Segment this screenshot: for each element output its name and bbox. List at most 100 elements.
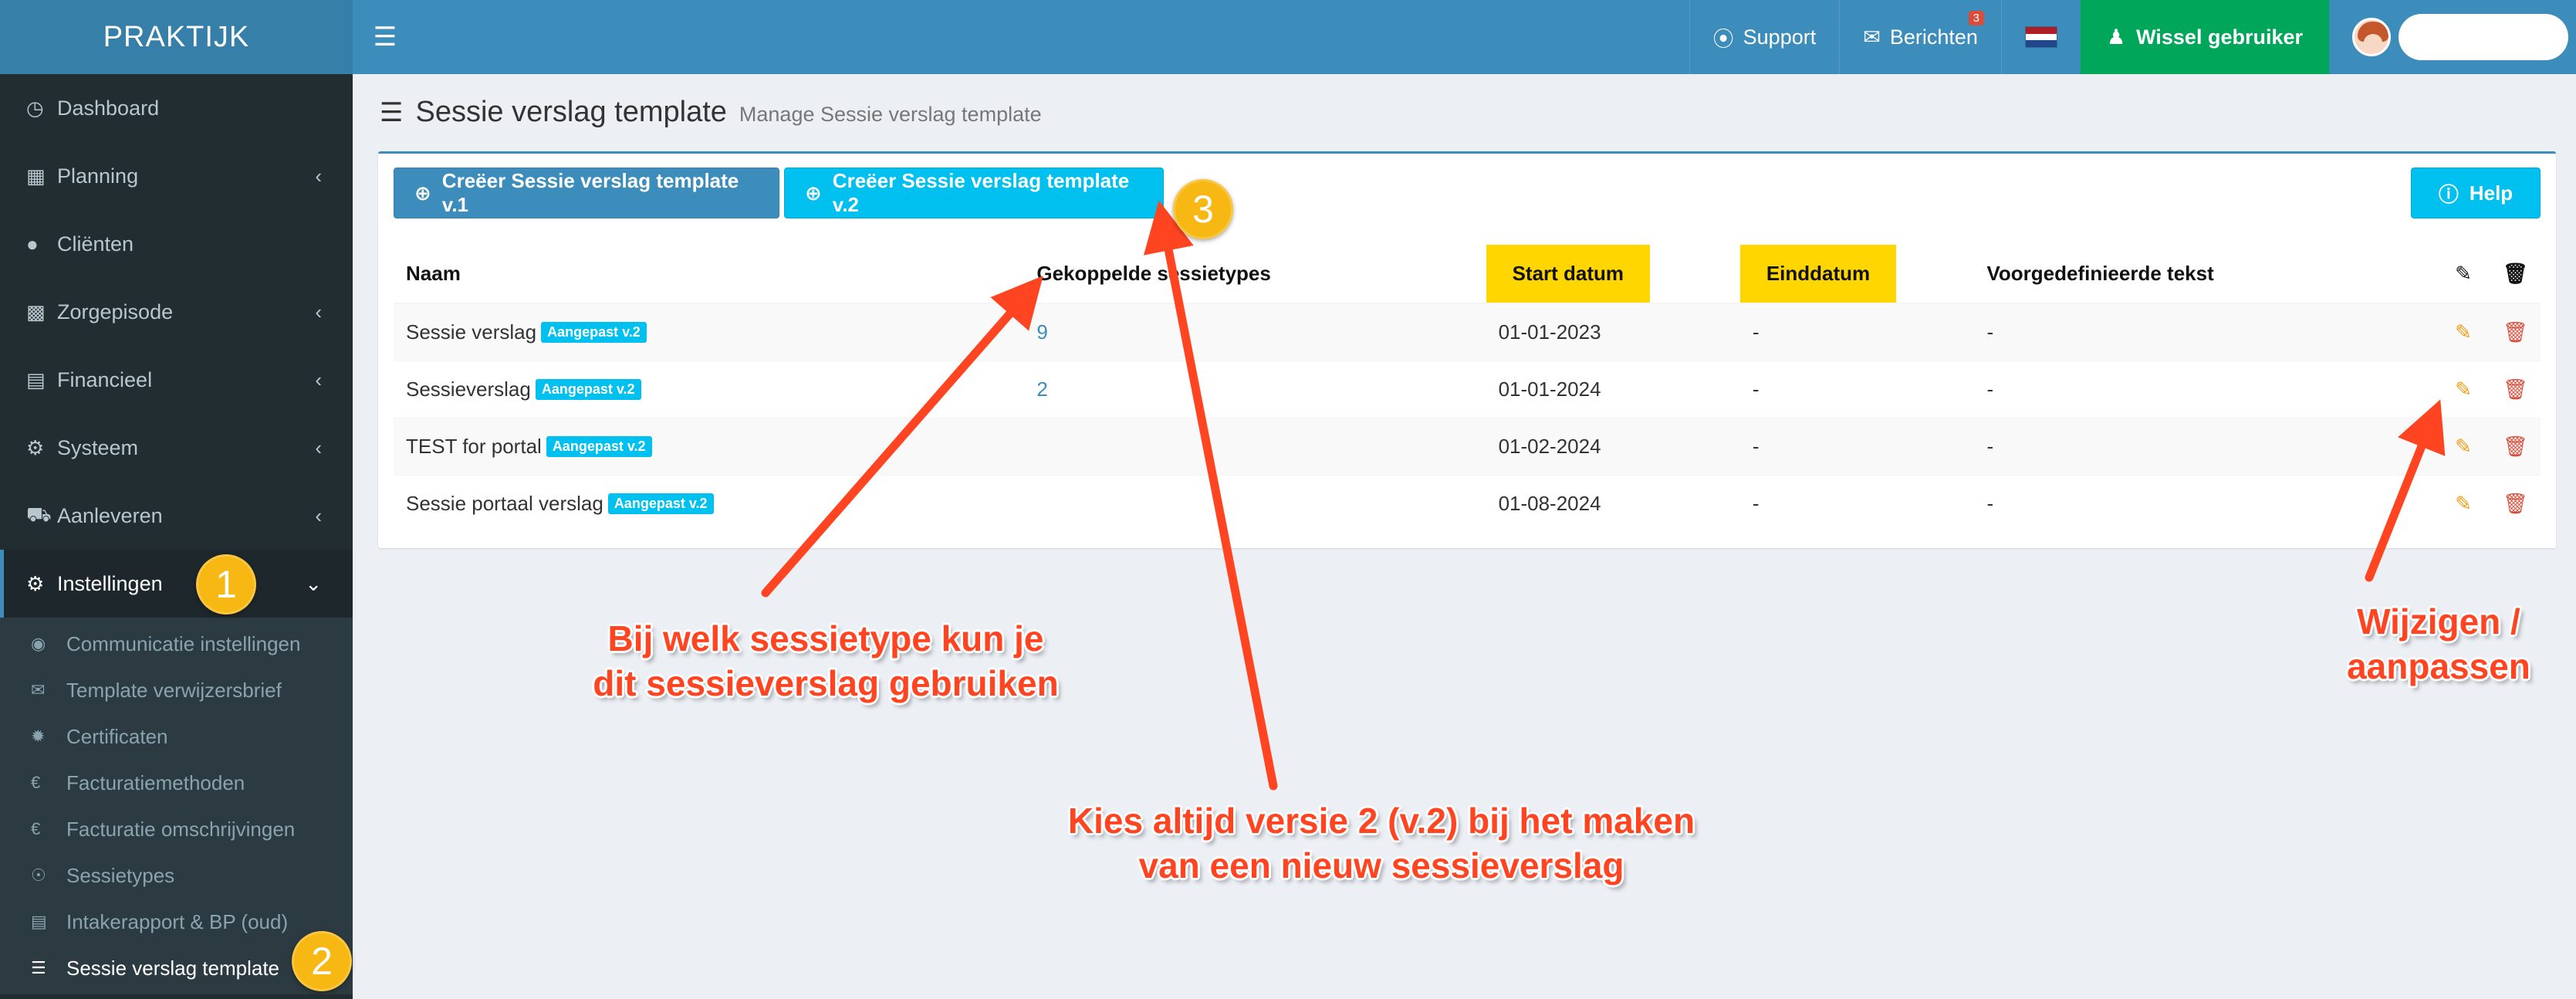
submenu-item-label: Facturatie omschrijvingen [66, 817, 296, 841]
submenu-item-communicatie[interactable]: ◉ Communicatie instellingen [0, 621, 353, 667]
header-gekoppelde-sessietypes[interactable]: Gekoppelde sessietypes [1024, 245, 1486, 304]
submenu-item-certificaten[interactable]: ✹ Certificaten [0, 713, 353, 760]
plus-circle-icon: ⊕ [805, 181, 822, 205]
annotation-wijzigen: Wijzigen / aanpassen [2323, 599, 2554, 689]
book-icon: ▤ [26, 367, 46, 391]
submenu-item-intakerapport[interactable]: ▤ Intakerapport & BP (oud) [0, 899, 353, 945]
annotation-sessietype: Bij welk sessietype kun je dit sessiever… [571, 616, 1080, 706]
pencil-icon[interactable]: ✎ [2455, 435, 2472, 458]
template-box: ⊕ Creëer Sessie verslag template v.1 ⊕ C… [378, 151, 2556, 548]
sidebar-item-planning[interactable]: ▦ Planning ‹ [0, 142, 353, 210]
submenu-item-sessietypes[interactable]: ☉ Sessietypes [0, 852, 353, 899]
cell-delete: 🗑 [2490, 360, 2541, 418]
plus-circle-icon: ⊕ [414, 181, 431, 205]
gekoppelde-link[interactable]: 9 [1036, 320, 1047, 344]
chevron-left-icon: ‹ [315, 503, 322, 527]
annotation-line: Kies altijd versie 2 (v.2) bij het maken [1067, 801, 1695, 841]
header-eind-label: Einddatum [1739, 245, 1897, 303]
trash-icon[interactable]: 🗑 [2503, 378, 2528, 401]
gekoppelde-link[interactable]: 2 [1036, 378, 1047, 401]
sidebar-item-label: Systeem [57, 435, 139, 459]
version-badge: Aangepast v.2 [541, 321, 647, 343]
pencil-icon[interactable]: ✎ [2455, 492, 2472, 515]
submenu-item-label: Certificaten [66, 724, 168, 748]
database-icon: ☰ [380, 98, 404, 127]
cell-delete: 🗑 [2490, 417, 2541, 475]
table-header-row: Naam Gekoppelde sessietypes Start datum … [394, 245, 2541, 304]
submenu-item-label: Sessie verslag template [66, 956, 280, 980]
app-logo[interactable]: PRAKTIJK [0, 0, 353, 74]
sidebar-item-dashboard[interactable]: ◷ Dashboard [0, 74, 353, 142]
header-edit-column: ✎ [2436, 245, 2490, 304]
submenu-item-label: Sessietypes [66, 863, 175, 887]
instellingen-submenu: ◉ Communicatie instellingen ✉ Template v… [0, 618, 353, 994]
submenu-item-facturatie-omschrijvingen[interactable]: € Facturatie omschrijvingen [0, 806, 353, 852]
sidebar-item-systeem[interactable]: ⚙ Systeem ‹ [0, 414, 353, 482]
sidebar-item-zorgepisode[interactable]: ▩ Zorgepisode ‹ [0, 278, 353, 346]
header-voorgedefinieerde-tekst[interactable]: Voorgedefinieerde tekst [1974, 245, 2437, 304]
sidebar-item-instellingen[interactable]: ⚙ Instellingen ⌄ [0, 550, 353, 618]
create-template-v2-button[interactable]: ⊕ Creëer Sessie verslag template v.2 [784, 168, 1164, 218]
cell-naam: Sessie verslag Aangepast v.2 [394, 303, 1025, 361]
cell-gekoppelde: 2 [1024, 360, 1486, 418]
truck-icon: ⛟ [26, 502, 52, 526]
help-button[interactable]: ⓘ Help [2411, 168, 2541, 218]
submenu-item-label: Facturatiemethoden [66, 770, 245, 794]
header-start-datum[interactable]: Start datum [1486, 245, 1740, 304]
submenu-item-label: Template verwijzersbrief [66, 678, 282, 702]
cogs-icon: ⚙ [26, 435, 45, 459]
user-icon: ● [26, 232, 39, 256]
sidebar-item-label: Dashboard [57, 96, 160, 120]
lifebuoy-icon: ⦿ [1712, 27, 1734, 51]
cell-naam: Sessie portaal verslag Aangepast v.2 [394, 474, 1025, 532]
annotation-line: Wijzigen / [2357, 601, 2520, 642]
cell-voorgedefinieerd: - [1974, 417, 2437, 475]
user-name-redacted [2399, 14, 2568, 60]
annotation-line: van een nieuw sessieverslag [1138, 845, 1624, 886]
berichten-link[interactable]: ✉ Berichten 3 [1839, 0, 2001, 74]
cell-gekoppelde [1024, 474, 1486, 532]
templates-table: Naam Gekoppelde sessietypes Start datum … [394, 245, 2541, 532]
top-navbar: ☰ ⦿ Support ✉ Berichten 3 ♟ Wissel gebru… [353, 0, 2576, 74]
wissel-gebruiker-button[interactable]: ♟ Wissel gebruiker [2080, 0, 2329, 74]
envelope-icon: ✉ [31, 680, 46, 699]
trash-icon[interactable]: 🗑 [2503, 320, 2528, 344]
cell-eind: - [1739, 303, 1975, 361]
cell-delete: 🗑 [2490, 303, 2541, 361]
content-header: ☰ Sessie verslag template Manage Sessie … [380, 96, 1042, 129]
cell-naam: Sessieverslag Aangepast v.2 [394, 360, 1025, 418]
user-menu[interactable] [2329, 0, 2576, 74]
header-naam[interactable]: Naam [394, 245, 1025, 304]
page-title: Sessie verslag template [415, 96, 727, 128]
sidebar-item-financieel[interactable]: ▤ Financieel ‹ [0, 346, 353, 414]
cell-eind: - [1739, 474, 1975, 532]
sidebar-item-aanleveren[interactable]: ⛟ Aanleveren ‹ [0, 482, 353, 550]
euro-icon: € [31, 819, 41, 838]
sidebar-item-clienten[interactable]: ● Cliënten [0, 210, 353, 278]
menu-toggle-icon[interactable]: ☰ [353, 0, 418, 74]
submenu-item-label: Communicatie instellingen [66, 632, 301, 655]
annotation-line: aanpassen [2347, 646, 2530, 686]
marker-1: 1 [196, 554, 256, 615]
pencil-icon[interactable]: ✎ [2455, 320, 2472, 344]
wissel-label: Wissel gebruiker [2136, 25, 2303, 49]
header-einddatum[interactable]: Einddatum [1739, 245, 1975, 304]
cell-eind: - [1739, 417, 1975, 475]
trash-icon[interactable]: 🗑 [2503, 435, 2528, 458]
submenu-item-label: Intakerapport & BP (oud) [66, 909, 289, 933]
medkit-icon: ▩ [26, 300, 46, 323]
avatar [2352, 18, 2391, 56]
language-flag-nl[interactable] [2000, 0, 2081, 74]
pencil-icon[interactable]: ✎ [2455, 378, 2472, 401]
comments-icon: ◉ [31, 634, 46, 653]
page-subtitle: Manage Sessie verslag template [739, 103, 1042, 126]
support-link[interactable]: ⦿ Support [1689, 0, 1840, 74]
sidebar-item-label: Planning [57, 164, 139, 188]
database-icon: ☰ [31, 958, 46, 977]
header-delete-column: 🗑 [2490, 245, 2541, 304]
submenu-item-facturatiemethoden[interactable]: € Facturatiemethoden [0, 760, 353, 806]
trash-icon[interactable]: 🗑 [2503, 492, 2528, 515]
chevron-left-icon: ‹ [315, 435, 322, 459]
submenu-item-verwijzersbrief[interactable]: ✉ Template verwijzersbrief [0, 667, 353, 713]
create-template-v1-button[interactable]: ⊕ Creëer Sessie verslag template v.1 [394, 168, 779, 218]
